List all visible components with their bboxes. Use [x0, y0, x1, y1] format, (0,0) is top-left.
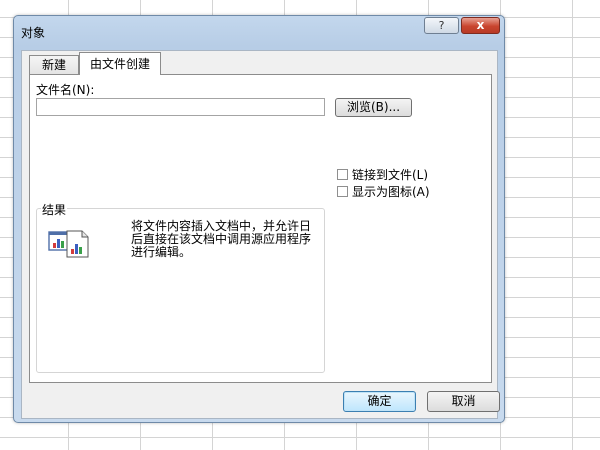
tab-create-from-file[interactable]: 由文件创建 — [79, 52, 161, 75]
browse-button[interactable]: 浏览(B)... — [335, 98, 412, 117]
dialog-title: 对象 — [21, 26, 46, 40]
result-group: 结果 将文件内容插入文档中，并允许日后直接在该文档中调用源应用程序进行编辑。 — [36, 201, 325, 373]
tab-panel-create-from-file: 文件名(N): 浏览(B)... 链接到文件(L) 显示为图标(A) 结果 将文… — [29, 74, 492, 383]
file-name-input[interactable] — [36, 98, 325, 116]
display-as-icon-checkbox-box[interactable] — [337, 186, 348, 197]
link-to-file-label: 链接到文件(L) — [352, 168, 429, 182]
link-to-file-checkbox[interactable]: 链接到文件(L) — [337, 166, 428, 183]
object-dialog: 对象 ? x 新建 由文件创建 文件名(N): 浏览(B)... 链接到文件(L… — [13, 15, 505, 423]
link-to-file-checkbox-box[interactable] — [337, 169, 348, 180]
close-button[interactable]: x — [461, 17, 500, 34]
display-as-icon-label: 显示为图标(A) — [352, 185, 430, 199]
file-name-label: 文件名(N): — [36, 83, 95, 97]
cancel-button[interactable]: 取消 — [427, 391, 500, 412]
help-button[interactable]: ? — [424, 17, 459, 34]
dialog-body: 新建 由文件创建 文件名(N): 浏览(B)... 链接到文件(L) 显示为图标… — [21, 50, 500, 419]
ok-button[interactable]: 确定 — [343, 391, 416, 412]
embedded-chart-document-icon — [48, 225, 92, 262]
result-description: 将文件内容插入文档中，并允许日后直接在该文档中调用源应用程序进行编辑。 — [131, 219, 312, 259]
display-as-icon-checkbox[interactable]: 显示为图标(A) — [337, 183, 430, 200]
tab-new[interactable]: 新建 — [29, 55, 79, 75]
result-label: 结果 — [41, 201, 68, 218]
